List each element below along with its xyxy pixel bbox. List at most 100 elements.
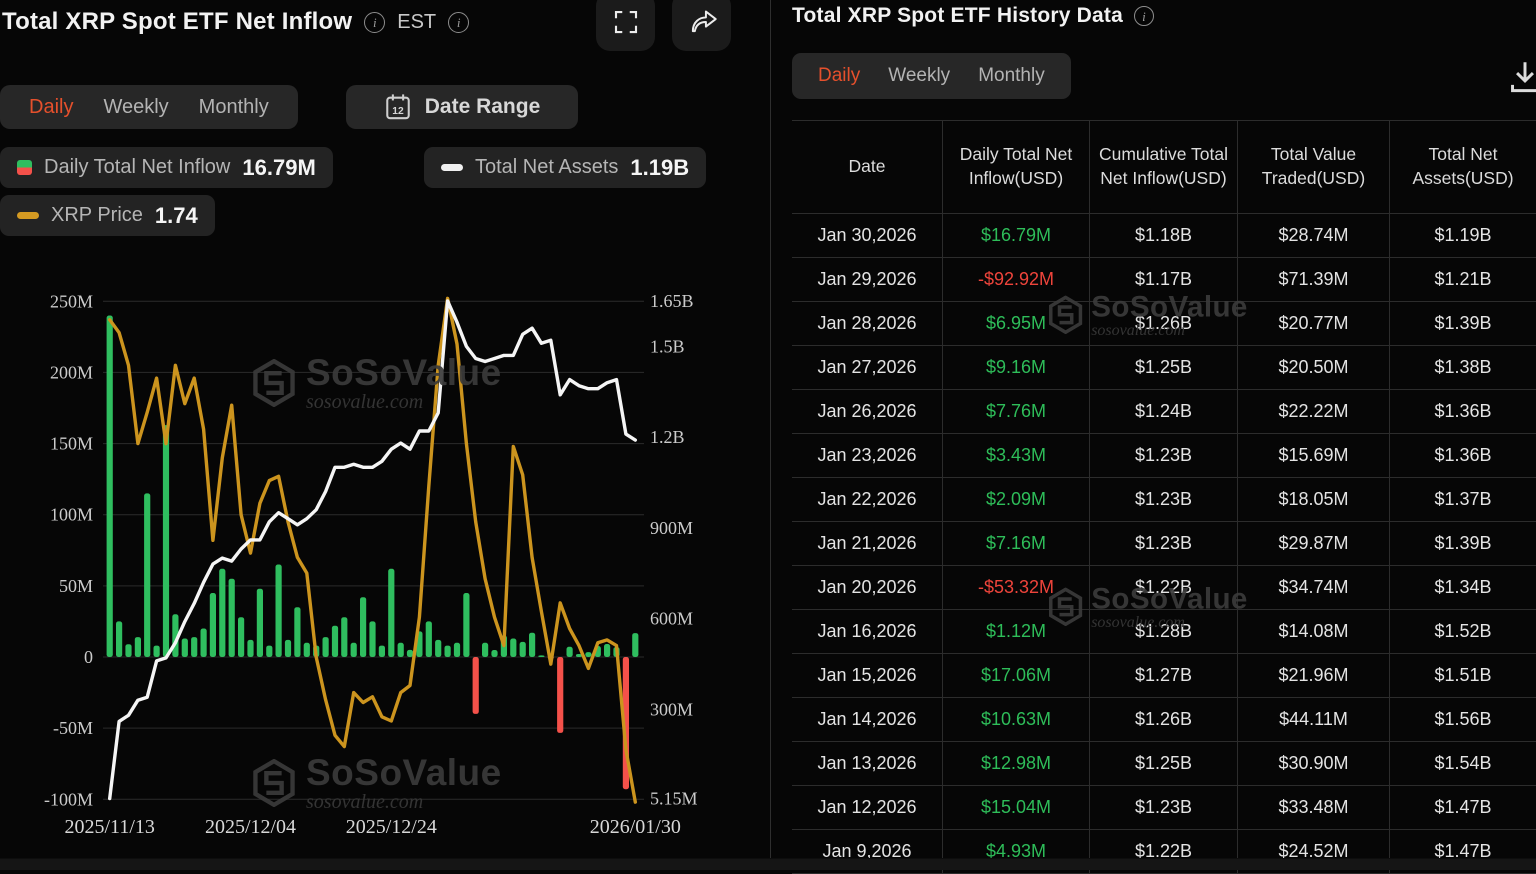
cell-cumulative-inflow: $1.25B [1090,742,1238,785]
cell-date: Jan 13,2026 [792,742,943,785]
cell-date: Jan 20,2026 [792,566,943,609]
cell-date: Jan 12,2026 [792,786,943,829]
cell-daily-inflow: $7.16M [943,522,1090,565]
chart-period-tabs: DailyWeeklyMonthly [0,85,298,129]
cell-net-assets: $1.36B [1390,434,1536,477]
cell-date: Jan 21,2026 [792,522,943,565]
cell-value-traded: $15.69M [1238,434,1390,477]
net-inflow-panel: Total XRP Spot ETF Net Inflow EST DailyW… [0,0,770,858]
cell-value-traded: $28.74M [1238,214,1390,257]
legend-total-net-assets[interactable]: Total Net Assets 1.19B [424,147,706,188]
cell-cumulative-inflow: $1.25B [1090,346,1238,389]
cell-daily-inflow: $3.43M [943,434,1090,477]
price-legend-icon [17,212,39,219]
col-header-daily-inflow: Daily Total Net Inflow(USD) [943,121,1090,213]
table-row: Jan 22,2026$2.09M$1.23B$18.05M$1.37B [792,478,1536,522]
col-header-value-traded: Total Value Traded(USD) [1238,121,1390,213]
cell-date: Jan 22,2026 [792,478,943,521]
share-button[interactable] [672,0,731,51]
date-range-button[interactable]: 12 Date Range [346,85,578,129]
cell-date: Jan 16,2026 [792,610,943,653]
svg-text:-50M: -50M [53,718,93,738]
tab-monthly-chart[interactable]: Monthly [184,96,284,119]
tab-monthly-table[interactable]: Monthly [964,65,1059,87]
cell-value-traded: $44.11M [1238,698,1390,741]
svg-text:0: 0 [84,647,93,667]
cell-value-traded: $14.08M [1238,610,1390,653]
timezone-info-icon[interactable] [448,12,469,33]
table-row: Jan 15,2026$17.06M$1.27B$21.96M$1.51B [792,654,1536,698]
cell-net-assets: $1.38B [1390,346,1536,389]
cell-net-assets: $1.39B [1390,522,1536,565]
history-info-icon[interactable] [1134,6,1154,26]
cell-cumulative-inflow: $1.23B [1090,786,1238,829]
cell-daily-inflow: $7.76M [943,390,1090,433]
svg-text:5.15M: 5.15M [650,788,698,808]
tab-weekly-table[interactable]: Weekly [874,65,964,87]
cell-cumulative-inflow: $1.28B [1090,610,1238,653]
cell-value-traded: $20.50M [1238,346,1390,389]
cell-value-traded: $18.05M [1238,478,1390,521]
col-header-net-assets: Total Net Assets(USD) [1390,121,1536,213]
legend-daily-net-inflow[interactable]: Daily Total Net Inflow 16.79M [0,147,333,188]
svg-text:12: 12 [392,106,404,117]
svg-text:50M: 50M [59,576,93,596]
cell-daily-inflow: $17.06M [943,654,1090,697]
cell-net-assets: $1.37B [1390,478,1536,521]
tab-daily-chart[interactable]: Daily [14,96,88,119]
cell-daily-inflow: $15.04M [943,786,1090,829]
cell-cumulative-inflow: $1.26B [1090,698,1238,741]
svg-text:2026/01/30: 2026/01/30 [590,816,681,838]
svg-text:1.65B: 1.65B [650,291,694,311]
history-data-panel: Total XRP Spot ETF History Data DailyWee… [792,0,1536,870]
cell-daily-inflow: -$92.92M [943,258,1090,301]
assets-legend-value: 1.19B [630,155,689,181]
cell-date: Jan 29,2026 [792,258,943,301]
cell-value-traded: $34.74M [1238,566,1390,609]
cell-date: Jan 30,2026 [792,214,943,257]
history-title: Total XRP Spot ETF History Data [792,4,1123,28]
col-header-cumulative-inflow: Cumulative Total Net Inflow(USD) [1090,121,1238,213]
info-icon[interactable] [364,12,385,33]
cell-cumulative-inflow: $1.23B [1090,522,1238,565]
legend-xrp-price[interactable]: XRP Price 1.74 [0,195,215,236]
cell-cumulative-inflow: $1.18B [1090,214,1238,257]
cell-daily-inflow: -$53.32M [943,566,1090,609]
net-inflow-chart[interactable]: 250M200M150M100M50M0-50M-100M1.65B1.5B1.… [0,270,770,848]
cell-net-assets: $1.51B [1390,654,1536,697]
cell-daily-inflow: $1.12M [943,610,1090,653]
cell-date: Jan 28,2026 [792,302,943,345]
table-row: Jan 13,2026$12.98M$1.25B$30.90M$1.54B [792,742,1536,786]
cell-date: Jan 14,2026 [792,698,943,741]
cell-date: Jan 15,2026 [792,654,943,697]
cell-net-assets: $1.19B [1390,214,1536,257]
timezone-label: EST [397,11,436,34]
fullscreen-button[interactable] [596,0,655,51]
cell-value-traded: $29.87M [1238,522,1390,565]
cell-net-assets: $1.47B [1390,786,1536,829]
history-table: Date Daily Total Net Inflow(USD) Cumulat… [792,120,1536,874]
cell-daily-inflow: $16.79M [943,214,1090,257]
table-row: Jan 30,2026$16.79M$1.18B$28.74M$1.19B [792,214,1536,258]
table-row: Jan 20,2026-$53.32M$1.22B$34.74M$1.34B [792,566,1536,610]
col-header-date: Date [792,121,943,213]
svg-text:2025/12/24: 2025/12/24 [346,816,437,838]
svg-text:2025/11/13: 2025/11/13 [65,816,155,838]
net-inflow-header: Total XRP Spot ETF Net Inflow EST [2,8,469,36]
cell-net-assets: $1.39B [1390,302,1536,345]
history-table-body: Jan 30,2026$16.79M$1.18B$28.74M$1.19BJan… [792,214,1536,874]
tab-weekly-chart[interactable]: Weekly [88,96,183,119]
table-row: Jan 23,2026$3.43M$1.23B$15.69M$1.36B [792,434,1536,478]
download-button[interactable] [1508,58,1536,96]
download-icon [1508,83,1536,100]
assets-legend-icon [441,164,463,171]
cell-net-assets: $1.36B [1390,390,1536,433]
svg-text:1.2B: 1.2B [650,427,685,447]
page-title: Total XRP Spot ETF Net Inflow [2,8,352,36]
next-section-strip [0,858,1536,870]
cell-net-assets: $1.54B [1390,742,1536,785]
table-header-row: Date Daily Total Net Inflow(USD) Cumulat… [792,120,1536,214]
cell-value-traded: $71.39M [1238,258,1390,301]
cell-cumulative-inflow: $1.24B [1090,390,1238,433]
tab-daily-table[interactable]: Daily [804,65,874,87]
